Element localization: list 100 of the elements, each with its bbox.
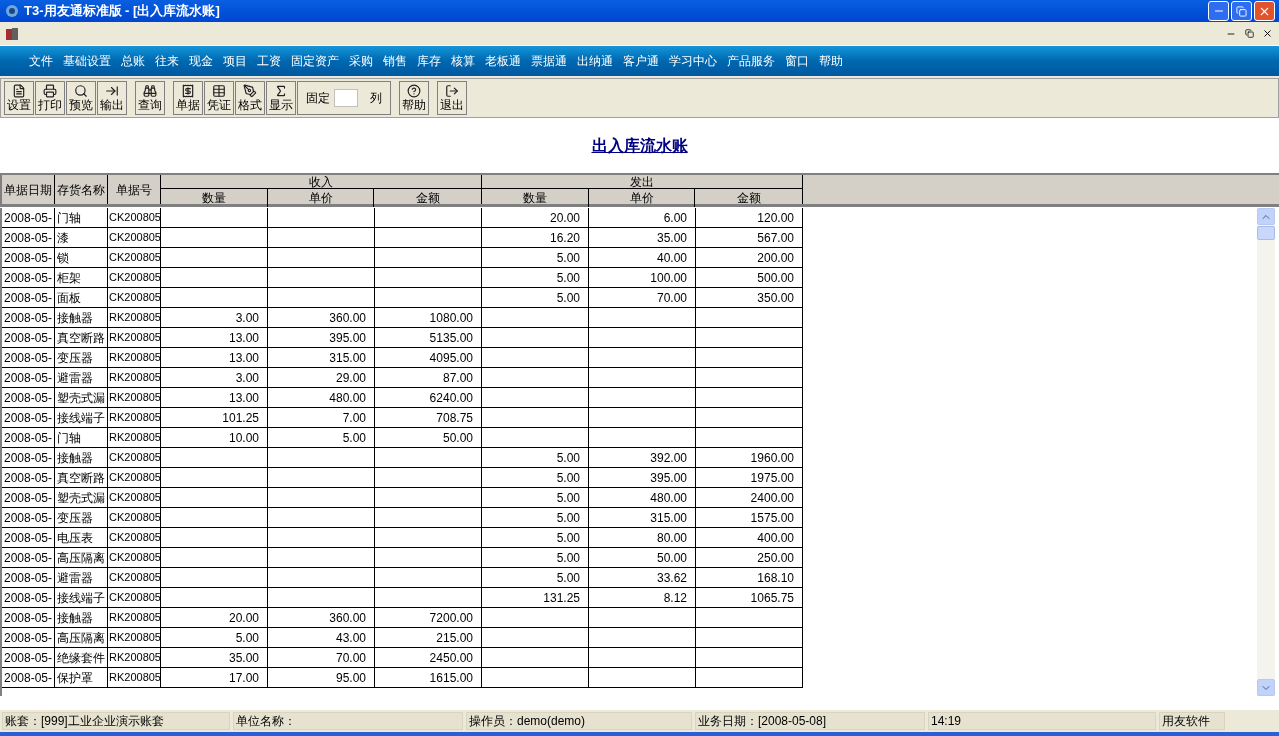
- scroll-down-button[interactable]: [1257, 679, 1275, 696]
- table-cell: 2008-05-: [2, 608, 55, 628]
- table-cell: 高压隔离: [55, 628, 108, 648]
- toolbar-button[interactable]: 单据: [173, 81, 203, 115]
- table-cell: 400.00: [696, 528, 803, 548]
- table-cell: CK200805: [108, 228, 161, 248]
- table-cell: 480.00: [589, 488, 696, 508]
- table-cell: RK200805: [108, 428, 161, 448]
- table-cell: 13.00: [161, 388, 268, 408]
- toolbar-button[interactable]: 输出: [97, 81, 127, 115]
- table-cell: RK200805: [108, 348, 161, 368]
- table-cell: 500.00: [696, 268, 803, 288]
- table-cell: 350.00: [696, 288, 803, 308]
- table-cell: RK200805: [108, 328, 161, 348]
- menu-item[interactable]: 窗口: [782, 52, 812, 70]
- menu-item[interactable]: 项目: [220, 52, 250, 70]
- menu-item[interactable]: 现金: [186, 52, 216, 70]
- menu-item[interactable]: 固定资产: [288, 52, 342, 70]
- menu-item[interactable]: 文件: [26, 52, 56, 70]
- table-cell: 360.00: [268, 608, 375, 628]
- table-cell: 2008-05-: [2, 388, 55, 408]
- table-cell: CK200805: [108, 248, 161, 268]
- column-header: 数量: [482, 189, 589, 207]
- toolbar-button[interactable]: 设置: [4, 81, 34, 115]
- menu-item[interactable]: 基础设置: [60, 52, 114, 70]
- table-cell: 360.00: [268, 308, 375, 328]
- close-button[interactable]: [1254, 1, 1275, 21]
- table-cell: 43.00: [268, 628, 375, 648]
- toolbar-button[interactable]: 帮助: [399, 81, 429, 115]
- table-cell: 2008-05-: [2, 568, 55, 588]
- table-cell: 5.00: [161, 628, 268, 648]
- menu-item[interactable]: 出纳通: [574, 52, 616, 70]
- table-cell: 168.10: [696, 568, 803, 588]
- menu-item[interactable]: 核算: [448, 52, 478, 70]
- menu-item[interactable]: 产品服务: [724, 52, 778, 70]
- menu-item[interactable]: 帮助: [816, 52, 846, 70]
- table-cell: 5.00: [482, 288, 589, 308]
- columns-label: 列: [370, 90, 382, 107]
- status-field: 单位名称：: [233, 712, 463, 730]
- table-cell: RK200805: [108, 408, 161, 428]
- table-cell: 7200.00: [375, 608, 482, 628]
- table-cell: 5.00: [482, 248, 589, 268]
- menu-item[interactable]: 工资: [254, 52, 284, 70]
- column-header: 单价: [267, 189, 375, 207]
- table-cell: 87.00: [375, 368, 482, 388]
- table-cell: 70.00: [589, 288, 696, 308]
- toolbar-button[interactable]: 打印: [35, 81, 65, 115]
- toolbar-button[interactable]: 退出: [437, 81, 467, 115]
- table-cell: 13.00: [161, 328, 268, 348]
- table-cell: 接线端子: [55, 408, 108, 428]
- toolbar-button[interactable]: 凭证: [204, 81, 234, 115]
- toolbar-button[interactable]: 查询: [135, 81, 165, 115]
- table-cell: 避雷器: [55, 568, 108, 588]
- toolbar-button[interactable]: 预览: [66, 81, 96, 115]
- minimize-button[interactable]: [1208, 1, 1229, 21]
- toolbar-button[interactable]: 格式: [235, 81, 265, 115]
- status-field: 用友软件: [1159, 712, 1225, 730]
- sigma-icon: [274, 84, 288, 98]
- table-cell: 2008-05-: [2, 648, 55, 668]
- report-title: 出入库流水账: [591, 135, 688, 156]
- menu-item[interactable]: 往来: [152, 52, 182, 70]
- table-cell: 1975.00: [696, 468, 803, 488]
- table-cell: 5.00: [482, 508, 589, 528]
- table-cell: 接触器: [55, 308, 108, 328]
- vertical-scrollbar[interactable]: [1257, 208, 1275, 696]
- table-cell: 6240.00: [375, 388, 482, 408]
- menu-item[interactable]: 销售: [380, 52, 410, 70]
- table-cell: 95.00: [268, 668, 375, 688]
- table-cell: 2008-05-: [2, 368, 55, 388]
- table-cell: 3.00: [161, 308, 268, 328]
- scroll-thumb[interactable]: [1257, 226, 1275, 240]
- table-cell: 120.00: [696, 208, 803, 228]
- document-icon: [12, 84, 26, 98]
- table-cell: CK200805: [108, 588, 161, 608]
- table-cell: 13.00: [161, 348, 268, 368]
- menu-item[interactable]: 票据通: [528, 52, 570, 70]
- menu-item[interactable]: 库存: [414, 52, 444, 70]
- table-cell: 567.00: [696, 228, 803, 248]
- table-cell: 2008-05-: [2, 308, 55, 328]
- table-cell: 2008-05-: [2, 448, 55, 468]
- menu-item[interactable]: 学习中心: [666, 52, 720, 70]
- menu-item[interactable]: 客户通: [620, 52, 662, 70]
- column-header: 金额: [735, 190, 762, 207]
- table-cell: 2450.00: [375, 648, 482, 668]
- restore-button[interactable]: [1231, 1, 1252, 21]
- menu-item[interactable]: 总账: [118, 52, 148, 70]
- menu-item[interactable]: 老板通: [482, 52, 524, 70]
- status-field: 账套：[999]工业企业演示账套: [2, 712, 230, 730]
- group-header: 收入: [161, 175, 481, 189]
- table-cell: 480.00: [268, 388, 375, 408]
- table-cell: 漆: [55, 228, 108, 248]
- table-cell: RK200805: [108, 608, 161, 628]
- table-cell: 5.00: [268, 428, 375, 448]
- table-cell: 2008-05-: [2, 328, 55, 348]
- table-cell: 2008-05-: [2, 548, 55, 568]
- scroll-up-button[interactable]: [1257, 208, 1275, 225]
- toolbar-button[interactable]: 显示: [266, 81, 296, 115]
- fixed-columns-field[interactable]: [334, 89, 358, 107]
- menu-item[interactable]: 采购: [346, 52, 376, 70]
- group-header: 发出: [482, 175, 802, 189]
